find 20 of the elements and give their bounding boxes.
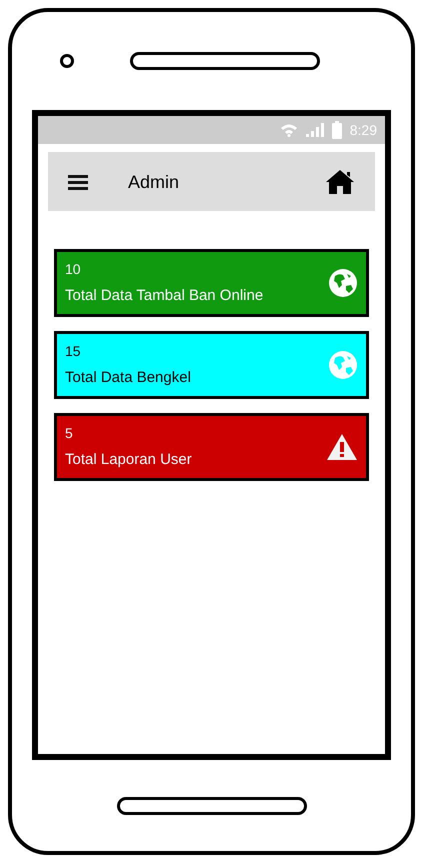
signal-icon <box>306 123 324 137</box>
globe-icon <box>328 350 358 380</box>
app-title: Admin <box>128 170 180 194</box>
battery-icon <box>332 121 342 139</box>
home-icon[interactable] <box>325 168 355 194</box>
stat-count: 5 <box>65 424 74 443</box>
stat-count: 15 <box>65 342 82 361</box>
wifi-icon <box>280 123 298 137</box>
stat-label: Total Laporan User <box>65 450 193 470</box>
stat-card[interactable]: 5 Total Laporan User <box>54 413 369 481</box>
camera-icon <box>60 54 74 68</box>
stat-card[interactable]: 15 Total Data Bengkel <box>54 331 369 399</box>
menu-icon[interactable] <box>68 174 88 190</box>
stat-label: Total Data Tambal Ban Online <box>65 286 264 306</box>
warning-icon <box>326 433 358 461</box>
stat-label: Total Data Bengkel <box>65 368 192 388</box>
speaker-icon <box>130 52 320 70</box>
stat-card[interactable]: 10 Total Data Tambal Ban Online <box>54 249 369 317</box>
globe-icon <box>328 268 358 298</box>
stat-count: 10 <box>65 260 82 279</box>
